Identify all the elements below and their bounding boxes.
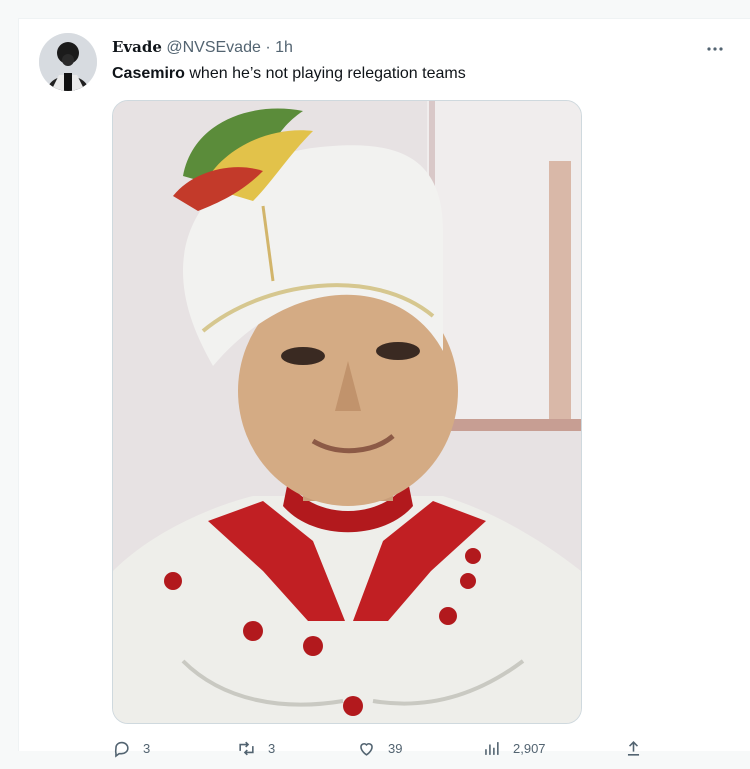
share-icon xyxy=(627,741,640,756)
reply-button[interactable]: 3 xyxy=(112,739,150,758)
user-handle[interactable]: @NVSEvade xyxy=(166,39,261,56)
tweet-text-rest: when he’s not playing relegation teams xyxy=(184,65,466,82)
more-icon[interactable] xyxy=(705,39,725,64)
timeline-column: Evade @NVSEvade · 1h Casemiro when he’s … xyxy=(18,18,750,758)
retweet-count: 3 xyxy=(268,741,276,756)
photo-illustration xyxy=(113,101,581,723)
retweet-icon xyxy=(239,741,254,756)
tweet-text-bold: Casemiro xyxy=(112,65,185,82)
separator-dot: · xyxy=(265,39,271,56)
views-icon xyxy=(485,742,499,755)
avatar-image xyxy=(39,33,97,91)
display-name[interactable]: Evade xyxy=(112,38,162,56)
like-count: 39 xyxy=(388,741,403,756)
views-button[interactable]: 2,907 xyxy=(482,739,546,758)
views-count: 2,907 xyxy=(513,741,546,756)
share-button[interactable] xyxy=(624,739,655,758)
tweet-header: Evade @NVSEvade · 1h xyxy=(112,37,293,58)
heart-icon xyxy=(360,743,373,756)
tweet-actions: 3 3 39 2,907 xyxy=(112,739,672,769)
retweet-button[interactable]: 3 xyxy=(237,739,275,758)
tweet-media-image[interactable] xyxy=(112,100,582,724)
tweet-text: Casemiro when he’s not playing relegatio… xyxy=(112,63,466,85)
reply-count: 3 xyxy=(143,741,151,756)
avatar[interactable] xyxy=(39,33,97,91)
timestamp[interactable]: 1h xyxy=(275,39,293,56)
like-button[interactable]: 39 xyxy=(357,739,402,758)
reply-icon xyxy=(114,741,129,758)
